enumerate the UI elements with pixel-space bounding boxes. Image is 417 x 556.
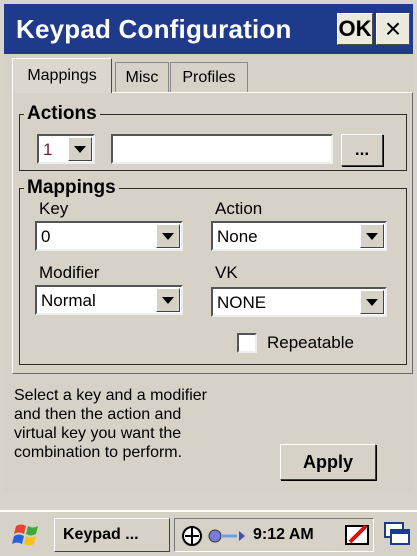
repeatable-label[interactable]: Repeatable — [267, 333, 354, 353]
desktop-switch-icon[interactable] — [382, 520, 412, 548]
pen-icon[interactable] — [344, 522, 372, 548]
close-button[interactable]: × — [376, 13, 410, 45]
action-value: None — [217, 227, 258, 246]
clock: 9:12 AM — [253, 526, 314, 543]
dialog-content: Mappings Misc Profiles Actions 1 ... Map… — [4, 54, 413, 492]
actions-legend: Actions — [27, 103, 97, 124]
dropdown-arrow-icon[interactable] — [156, 288, 180, 312]
help-text: Select a key and a modifier and then the… — [14, 387, 207, 461]
vk-select[interactable]: NONE — [211, 287, 387, 317]
action-label: Action — [215, 199, 263, 218]
window-title: Keypad Configuration — [16, 14, 292, 44]
dropdown-arrow-icon[interactable] — [360, 224, 384, 248]
apply-button[interactable]: Apply — [280, 444, 376, 480]
taskbar: Keypad ... 9:12 AM — [0, 510, 417, 556]
windows-start-icon[interactable] — [10, 520, 46, 550]
action-text-field[interactable] — [111, 134, 333, 164]
action-number-value: 1 — [43, 140, 53, 159]
key-select[interactable]: 0 — [35, 221, 183, 251]
vk-label: VK — [215, 263, 238, 282]
dropdown-arrow-icon[interactable] — [156, 224, 180, 248]
taskbar-keypad-button[interactable]: Keypad ... — [54, 518, 170, 552]
modifier-select[interactable]: Normal — [35, 285, 183, 315]
action-select[interactable]: None — [211, 221, 387, 251]
connection-icon[interactable] — [207, 526, 249, 546]
modifier-value: Normal — [41, 291, 96, 310]
tab-misc[interactable]: Misc — [115, 62, 169, 92]
key-value: 0 — [41, 227, 51, 246]
key-label: Key — [39, 199, 69, 218]
ok-button[interactable]: OK — [337, 13, 373, 45]
device-screen: Keypad Configuration OK × Mappings Misc … — [0, 0, 417, 556]
vk-value: NONE — [217, 293, 267, 312]
title-bar: Keypad Configuration OK × — [4, 4, 413, 54]
mappings-legend: Mappings — [27, 177, 116, 198]
modifier-label: Modifier — [39, 263, 100, 282]
tab-mappings[interactable]: Mappings — [12, 58, 112, 93]
action-number-select[interactable]: 1 — [37, 134, 95, 164]
network-icon[interactable] — [181, 525, 203, 547]
dropdown-arrow-icon[interactable] — [68, 137, 92, 161]
tab-panel: Actions 1 ... Mappings Key 0 Action None — [12, 92, 413, 374]
tab-profiles[interactable]: Profiles — [170, 62, 248, 92]
browse-button[interactable]: ... — [341, 134, 383, 166]
dropdown-arrow-icon[interactable] — [360, 290, 384, 314]
repeatable-checkbox[interactable] — [237, 333, 257, 353]
